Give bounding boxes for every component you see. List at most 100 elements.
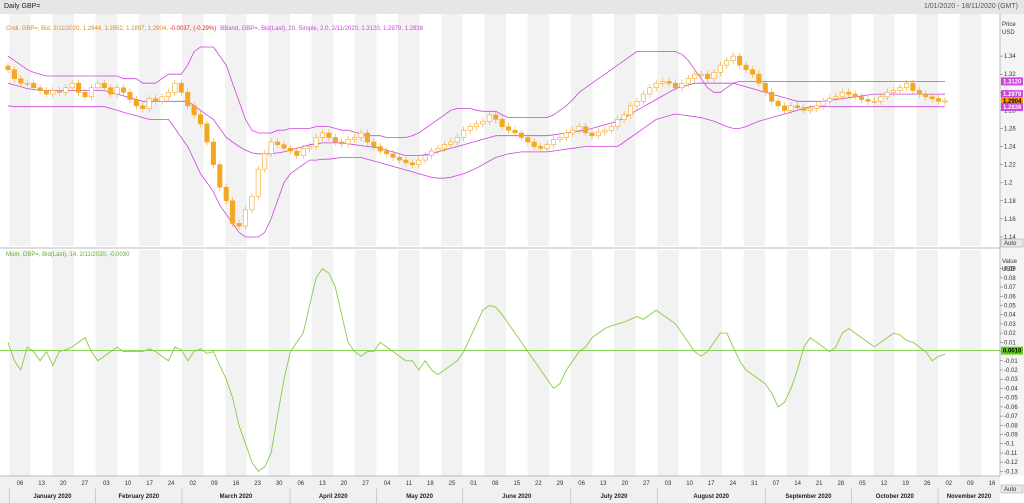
candle-body	[133, 99, 139, 107]
candle-body	[884, 91, 890, 98]
week-stripe-mom	[700, 250, 722, 476]
time-tick-label: 01	[470, 481, 477, 487]
mom-tick-label: 0.07	[1004, 285, 1016, 291]
mom-tick-label: -0.06	[1004, 405, 1018, 411]
candle-body	[281, 144, 287, 149]
time-tick-label: 27	[362, 481, 369, 487]
candle-body	[50, 90, 56, 95]
candle-body	[377, 146, 383, 152]
mom-tick-label: 0.05	[1004, 303, 1016, 309]
mom-tick-label: -0.04	[1004, 386, 1018, 392]
mom-auto-label: Auto	[1004, 487, 1017, 493]
time-tick-label: 02	[189, 481, 196, 487]
bband-lower-label: 1.2838	[1003, 105, 1022, 111]
candle-body	[422, 155, 428, 161]
candle-body	[364, 132, 370, 143]
candle-body	[801, 107, 807, 111]
time-tick-label: 04	[384, 481, 391, 487]
candle-body	[95, 82, 101, 89]
time-tick-label: 12	[881, 481, 888, 487]
candle-body	[153, 98, 159, 102]
candle-body	[352, 137, 358, 140]
week-stripe-price	[52, 14, 74, 246]
week-stripe-mom	[570, 250, 593, 476]
week-stripe-price	[614, 14, 636, 246]
week-stripe-mom	[916, 250, 938, 476]
candle-body	[255, 168, 261, 197]
time-tick-label: 29	[557, 481, 564, 487]
candle-body	[923, 93, 929, 98]
candle-body	[756, 73, 762, 84]
time-tick-label: 24	[168, 481, 175, 487]
mom-current-label: 0.0010	[1003, 349, 1022, 355]
candle-body	[384, 150, 390, 155]
time-tick-label: 17	[708, 481, 715, 487]
week-stripe-mom	[614, 250, 636, 476]
candle-body	[634, 101, 640, 107]
candle-body	[839, 91, 845, 98]
candle-body	[602, 129, 608, 133]
month-label: September 2020	[785, 494, 832, 500]
time-tick-label: 03	[665, 481, 672, 487]
candle-body	[11, 69, 17, 79]
candle-body	[18, 78, 24, 84]
week-stripe-mom	[398, 250, 420, 476]
candle-body	[685, 78, 691, 84]
price-tick-label: 1.24	[1004, 145, 1016, 151]
candle-body	[775, 101, 781, 107]
month-label: October 2020	[876, 494, 915, 500]
candle-body	[692, 73, 698, 79]
chart-canvas[interactable]: Cndl, GBP=, Bid, 2/11/2020, 1.2944, 1.29…	[0, 14, 1024, 503]
candle-body	[5, 65, 11, 70]
time-tick-label: 15	[513, 481, 520, 487]
legend-change: -0.0037, (-0.29%)	[170, 26, 217, 32]
candle-body	[762, 82, 768, 93]
week-stripe-mom	[830, 250, 852, 476]
candle-body	[730, 55, 736, 61]
candle-body	[37, 87, 43, 91]
mom-axis-title: Value	[1002, 259, 1018, 265]
month-label: August 2020	[693, 494, 729, 500]
week-stripe-mom	[182, 250, 204, 476]
candle-body	[859, 96, 865, 100]
candle-body	[319, 132, 326, 138]
week-stripe-price	[354, 14, 377, 246]
month-label: June 2020	[502, 494, 532, 500]
week-stripe-price	[873, 14, 895, 246]
week-stripe-price	[830, 14, 852, 246]
candle-body	[589, 132, 595, 136]
candle-body	[230, 200, 236, 224]
mom-tick-label: -0.01	[1004, 359, 1018, 365]
time-tick-label: 16	[989, 481, 996, 487]
mom-tick-label: 0.02	[1004, 331, 1016, 337]
candle-body	[743, 64, 749, 70]
candle-body	[807, 108, 813, 111]
candle-body	[711, 72, 717, 79]
candle-body	[114, 87, 120, 95]
candle-body	[307, 146, 313, 149]
candle-body	[672, 82, 678, 89]
time-tick-label: 19	[902, 481, 909, 487]
candle-body	[31, 82, 37, 89]
price-tick-label: 1.2	[1004, 181, 1013, 187]
candle-body	[846, 91, 852, 95]
candle-body	[204, 123, 210, 143]
candle-body	[852, 93, 858, 98]
week-stripe-mom	[743, 250, 766, 476]
candle-body	[679, 82, 685, 89]
candle-body	[403, 159, 409, 164]
time-tick-label: 13	[319, 481, 326, 487]
week-stripe-mom	[873, 250, 895, 476]
candle-body	[416, 159, 422, 165]
time-tick-label: 05	[859, 481, 866, 487]
price-tick-label: 1.34	[1004, 54, 1016, 60]
price-tick-label: 1.18	[1004, 199, 1016, 205]
price-tick-label: 1.16	[1004, 217, 1016, 223]
month-label: February 2020	[118, 494, 159, 500]
mom-tick-label: 0.01	[1004, 340, 1016, 346]
candle-body	[615, 119, 621, 127]
candle-body	[287, 148, 293, 152]
candle-body	[717, 64, 723, 73]
candle-body	[268, 141, 274, 155]
time-tick-label: 06	[297, 481, 304, 487]
